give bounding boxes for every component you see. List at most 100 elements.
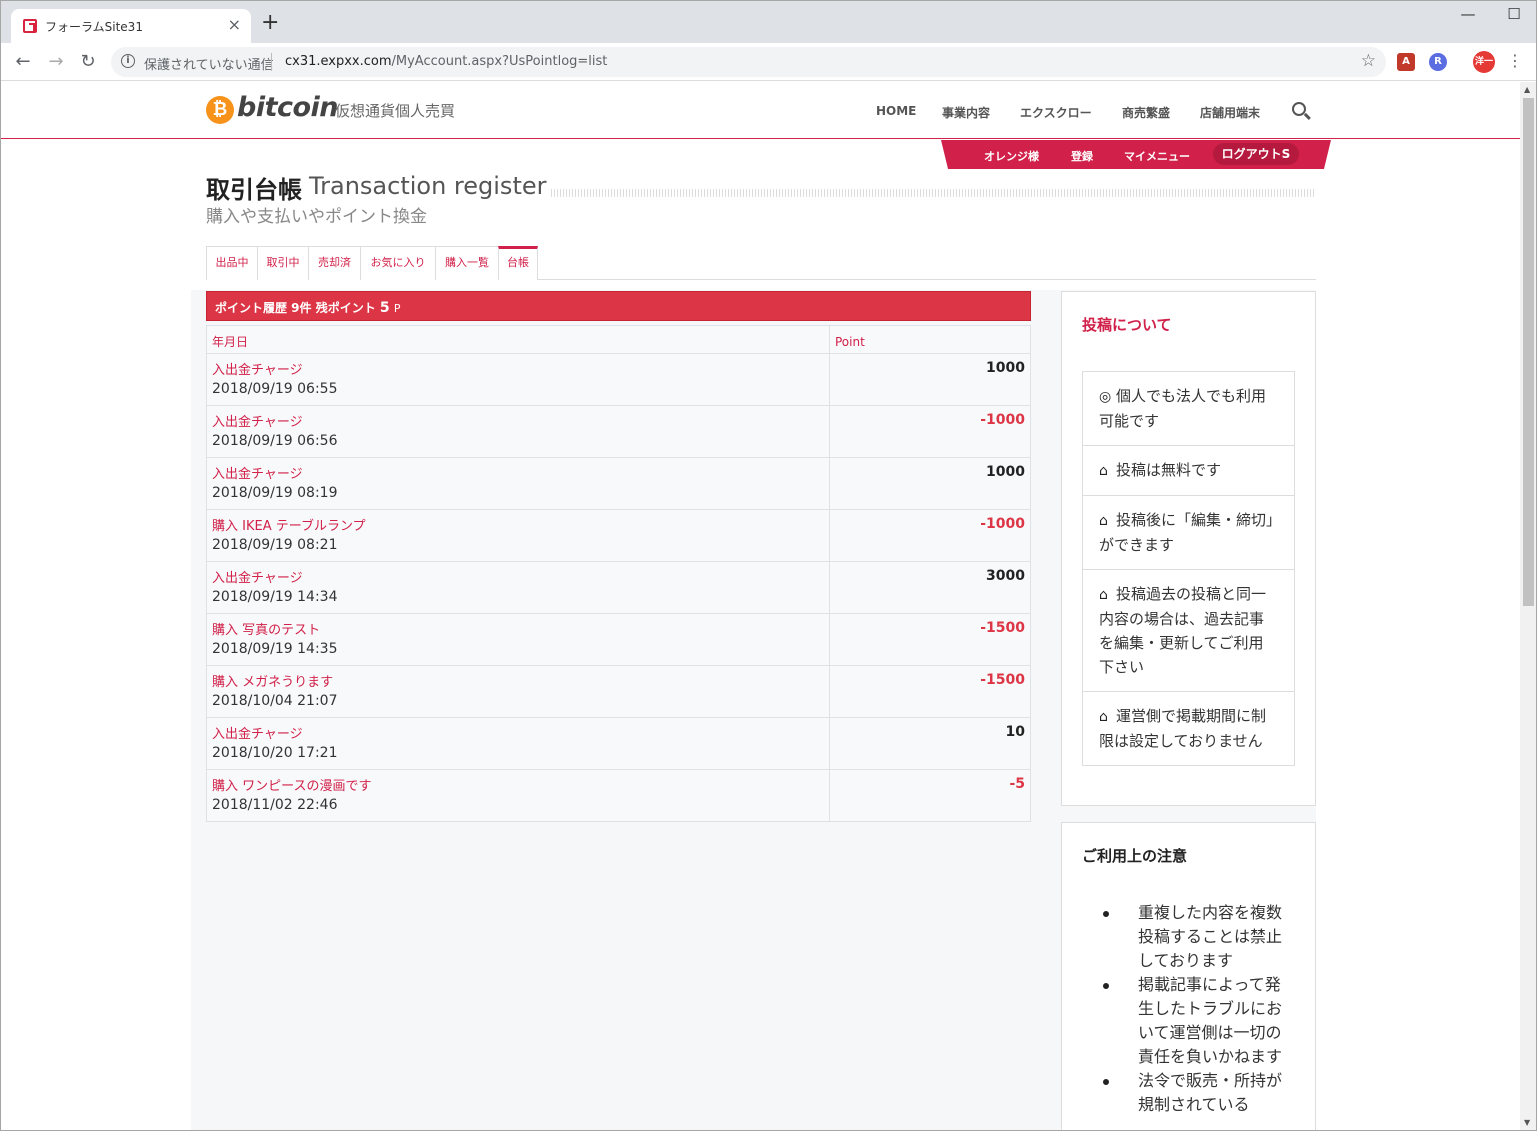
row-description: 入出金チャージ 2018/09/19 14:34 bbox=[206, 561, 830, 614]
url-path: /MyAccount.aspx?UsPointlog=list bbox=[391, 54, 608, 69]
row-title[interactable]: 購入 ワンピースの漫画です bbox=[212, 775, 824, 794]
row-title[interactable]: 入出金チャージ bbox=[212, 723, 824, 742]
bitcoin-logo-icon[interactable]: ₿ bbox=[206, 96, 234, 124]
minimize-icon[interactable]: — bbox=[1445, 5, 1491, 23]
home-icon: ⌂ bbox=[1099, 463, 1108, 479]
about-item-text: 運営側で掲載期間に制限は設定しておりません bbox=[1099, 707, 1267, 750]
table-row: 購入 メガネうります 2018/10/04 21:07 -1500 bbox=[206, 665, 1031, 718]
row-date: 2018/09/19 14:34 bbox=[212, 589, 338, 605]
row-point: 10 bbox=[829, 717, 1031, 770]
user-name-link[interactable]: オレンジ様 bbox=[984, 148, 1039, 164]
row-description: 入出金チャージ 2018/09/19 06:55 bbox=[206, 353, 830, 406]
row-description: 入出金チャージ 2018/09/19 08:19 bbox=[206, 457, 830, 510]
balance-unit: P bbox=[393, 302, 401, 315]
profile-avatar[interactable]: 洋一 bbox=[1473, 51, 1495, 73]
home-icon: ⌂ bbox=[1099, 709, 1108, 725]
url-host: cx31.expxx.com bbox=[285, 54, 392, 69]
security-status: 保護されていない通信 bbox=[144, 58, 274, 73]
bookmark-star-icon[interactable]: ☆ bbox=[1361, 51, 1376, 71]
menu-dots-icon[interactable]: ⋮ bbox=[1503, 51, 1527, 70]
tab-listing[interactable]: 出品中 bbox=[206, 246, 258, 280]
logo-text[interactable]: bitcoin bbox=[237, 92, 339, 123]
table-row: 入出金チャージ 2018/10/20 17:21 10 bbox=[206, 717, 1031, 770]
register-link[interactable]: 登録 bbox=[1071, 148, 1093, 164]
tab-purchases[interactable]: 購入一覧 bbox=[435, 246, 499, 280]
about-item-text: 投稿過去の投稿と同一内容の場合は、過去記事を編集・更新してご利用下さい bbox=[1099, 585, 1267, 676]
row-date: 2018/09/19 06:55 bbox=[212, 381, 338, 397]
row-title[interactable]: 入出金チャージ bbox=[212, 463, 824, 482]
row-title[interactable]: 入出金チャージ bbox=[212, 567, 824, 586]
balance-value: 5 bbox=[379, 300, 390, 316]
site-header: ₿ bitcoin 仮想通貨個人売買 HOME 事業内容 エクスクロー 商売繁盛… bbox=[1, 82, 1520, 139]
about-item: ⌂ 投稿過去の投稿と同一内容の場合は、過去記事を編集・更新してご利用下さい bbox=[1083, 570, 1294, 692]
row-title[interactable]: 購入 メガネうります bbox=[212, 671, 824, 690]
logout-button[interactable]: ログアウトS bbox=[1213, 143, 1299, 165]
row-point: 3000 bbox=[829, 561, 1031, 614]
pdf-extension-icon[interactable]: A bbox=[1397, 53, 1415, 71]
back-icon[interactable]: ← bbox=[11, 51, 35, 72]
row-date: 2018/09/19 08:19 bbox=[212, 485, 338, 501]
nav-home[interactable]: HOME bbox=[876, 104, 916, 118]
row-date: 2018/11/02 22:46 bbox=[212, 797, 338, 813]
scroll-down-icon[interactable]: ▼ bbox=[1524, 1118, 1530, 1127]
tab-trading[interactable]: 取引中 bbox=[257, 246, 309, 280]
url-text[interactable]: cx31.expxx.com/MyAccount.aspx?UsPointlog… bbox=[285, 54, 607, 69]
row-title[interactable]: 購入 写真のテスト bbox=[212, 619, 824, 638]
nav-escrow[interactable]: エクスクロー bbox=[1020, 104, 1092, 121]
nav-business[interactable]: 事業内容 bbox=[942, 104, 990, 121]
search-icon[interactable] bbox=[1292, 102, 1306, 116]
row-date: 2018/10/20 17:21 bbox=[212, 745, 338, 761]
reload-icon[interactable]: ↻ bbox=[76, 51, 100, 72]
maximize-icon[interactable]: ☐ bbox=[1491, 5, 1536, 23]
about-item: ◎ 個人でも法人でも利用可能です bbox=[1083, 372, 1294, 446]
row-point: -5 bbox=[829, 769, 1031, 822]
about-item-text: 投稿は無料です bbox=[1116, 461, 1222, 479]
row-title[interactable]: 入出金チャージ bbox=[212, 411, 824, 430]
row-title[interactable]: 購入 IKEA テーブルランプ bbox=[212, 515, 824, 534]
home-icon: ⌂ bbox=[1099, 513, 1108, 529]
scroll-up-icon[interactable]: ▲ bbox=[1524, 85, 1530, 94]
table-row: 入出金チャージ 2018/09/19 14:34 3000 bbox=[206, 561, 1031, 614]
caution-item: 重複した内容を複数投稿することは禁止しております bbox=[1082, 901, 1295, 973]
caution-title: ご利用上の注意 bbox=[1082, 847, 1188, 865]
scroll-thumb[interactable] bbox=[1523, 98, 1534, 606]
table-row: 入出金チャージ 2018/09/19 08:19 1000 bbox=[206, 457, 1031, 510]
browser-tab[interactable]: フォーラムSite31 × bbox=[11, 9, 251, 43]
row-point: 1000 bbox=[829, 353, 1031, 406]
row-point: -1000 bbox=[829, 405, 1031, 458]
web-page: ₿ bitcoin 仮想通貨個人売買 HOME 事業内容 エクスクロー 商売繁盛… bbox=[1, 82, 1520, 1130]
browser-window: フォーラムSite31 × + — ☐ ← → ↻ i 保護されていない通信 c… bbox=[0, 0, 1537, 1131]
row-date: 2018/09/19 14:35 bbox=[212, 641, 338, 657]
tab-sold[interactable]: 売却済 bbox=[308, 246, 361, 280]
row-date: 2018/09/19 06:56 bbox=[212, 433, 338, 449]
about-item: ⌂ 投稿は無料です bbox=[1083, 446, 1294, 496]
browser-toolbar: ← → ↻ i 保護されていない通信 cx31.expxx.com/MyAcco… bbox=[1, 43, 1536, 81]
tab-ledger[interactable]: 台帳 bbox=[498, 246, 538, 280]
nav-store-terminal[interactable]: 店舗用端末 bbox=[1200, 104, 1260, 121]
caution-list: 重複した内容を複数投稿することは禁止しております 掲載記事によって発生したトラブル… bbox=[1082, 901, 1295, 1117]
new-tab-icon[interactable]: + bbox=[261, 12, 279, 34]
info-icon[interactable]: i bbox=[121, 54, 135, 68]
tab-favorites[interactable]: お気に入り bbox=[360, 246, 436, 280]
history-summary: ポイント履歴 9件 残ポイント bbox=[215, 301, 376, 315]
about-item-text: 個人でも法人でも利用可能です bbox=[1099, 387, 1267, 430]
table-body: 入出金チャージ 2018/09/19 06:55 1000 入出金チャージ 2018/0… bbox=[206, 353, 1031, 822]
address-bar[interactable]: i 保護されていない通信 cx31.expxx.com/MyAccount.as… bbox=[111, 47, 1386, 77]
table-row: 購入 ワンピースの漫画です 2018/11/02 22:46 -5 bbox=[206, 769, 1031, 822]
row-point: -1500 bbox=[829, 613, 1031, 666]
page-title-en: Transaction register bbox=[309, 172, 547, 200]
close-tab-icon[interactable]: × bbox=[228, 15, 241, 34]
extension-r-icon[interactable]: R bbox=[1429, 53, 1447, 71]
title-divider bbox=[551, 189, 1316, 197]
forward-icon[interactable]: → bbox=[44, 51, 68, 72]
col-point: Point bbox=[829, 325, 1031, 354]
row-point: 1000 bbox=[829, 457, 1031, 510]
row-title[interactable]: 入出金チャージ bbox=[212, 359, 824, 378]
row-description: 購入 メガネうります 2018/10/04 21:07 bbox=[206, 665, 830, 718]
table-header-row: 年月日 Point bbox=[206, 325, 1031, 354]
row-description: 購入 IKEA テーブルランプ 2018/09/19 08:21 bbox=[206, 509, 830, 562]
my-menu-link[interactable]: マイメニュー bbox=[1124, 148, 1190, 164]
nav-prosperity[interactable]: 商売繁盛 bbox=[1122, 104, 1170, 121]
page-scrollbar[interactable]: ▲ ▼ bbox=[1520, 82, 1536, 1130]
about-item: ⌂ 運営側で掲載期間に制限は設定しておりません bbox=[1083, 692, 1294, 765]
